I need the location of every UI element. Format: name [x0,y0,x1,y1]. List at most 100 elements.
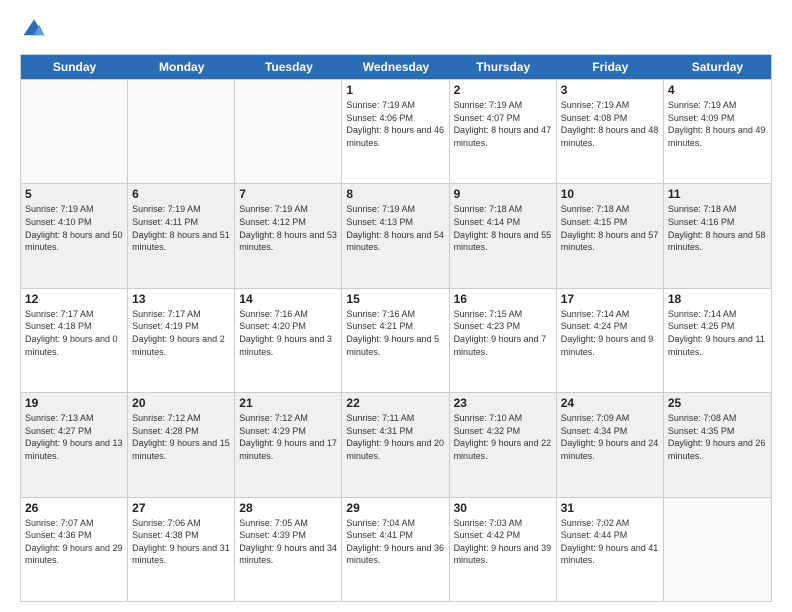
cell-detail: Sunrise: 7:14 AM Sunset: 4:25 PM Dayligh… [668,308,767,358]
calendar: SundayMondayTuesdayWednesdayThursdayFrid… [20,54,772,602]
cal-cell-14: 14Sunrise: 7:16 AM Sunset: 4:20 PM Dayli… [235,289,342,392]
day-number: 28 [239,501,337,515]
cal-cell-1: 1 Sunrise: 7:19 AM Sunset: 4:06 PM Daylig… [342,80,449,183]
cal-cell-2: 2 Sunrise: 7:19 AM Sunset: 4:07 PM Daylig… [450,80,557,183]
cal-cell-empty-0-2 [235,80,342,183]
cal-cell-29: 29Sunrise: 7:04 AM Sunset: 4:41 PM Dayli… [342,498,449,601]
day-number: 30 [454,501,552,515]
calendar-row-3: 12Sunrise: 7:17 AM Sunset: 4:18 PM Dayli… [21,288,771,392]
cell-detail: Sunrise: 7:19 AM Sunset: 4:11 PM Dayligh… [132,203,230,253]
cal-cell-19: 19 Sunrise: 7:13 AM Sunset: 4:27 PM Dayli… [21,393,128,496]
cal-cell-24: 24 Sunrise: 7:09 AM Sunset: 4:34 PM Dayli… [557,393,664,496]
cal-cell-6: 6 Sunrise: 7:19 AM Sunset: 4:11 PM Daylig… [128,184,235,287]
header-day-sunday: Sunday [21,55,128,79]
cell-detail: Sunrise: 7:17 AM Sunset: 4:18 PM Dayligh… [25,308,123,358]
calendar-row-4: 19 Sunrise: 7:13 AM Sunset: 4:27 PM Dayli… [21,392,771,496]
calendar-body: 1 Sunrise: 7:19 AM Sunset: 4:06 PM Daylig… [21,79,771,601]
cell-detail: Sunrise: 7:19 AM Sunset: 4:07 PM Dayligh… [454,99,552,149]
calendar-row-2: 5 Sunrise: 7:19 AM Sunset: 4:10 PM Daylig… [21,183,771,287]
header-day-tuesday: Tuesday [235,55,342,79]
cell-detail: Sunrise: 7:19 AM Sunset: 4:10 PM Dayligh… [25,203,123,253]
day-number: 27 [132,501,230,515]
day-number: 11 [668,187,767,201]
header-day-thursday: Thursday [450,55,557,79]
cell-detail: Sunrise: 7:19 AM Sunset: 4:08 PM Dayligh… [561,99,659,149]
day-number: 23 [454,396,552,410]
cal-cell-25: 25 Sunrise: 7:08 AM Sunset: 4:35 PM Dayli… [664,393,771,496]
cell-detail: Sunrise: 7:05 AM Sunset: 4:39 PM Dayligh… [239,517,337,567]
calendar-row-5: 26 Sunrise: 7:07 AM Sunset: 4:36 PM Dayli… [21,497,771,601]
day-number: 7 [239,187,337,201]
cell-detail: Sunrise: 7:03 AM Sunset: 4:42 PM Dayligh… [454,517,552,567]
day-number: 20 [132,396,230,410]
cal-cell-8: 8 Sunrise: 7:19 AM Sunset: 4:13 PM Daylig… [342,184,449,287]
day-number: 22 [346,396,444,410]
logo [20,16,52,44]
cal-cell-18: 18Sunrise: 7:14 AM Sunset: 4:25 PM Dayli… [664,289,771,392]
day-number: 2 [454,83,552,97]
cell-detail: Sunrise: 7:06 AM Sunset: 4:38 PM Dayligh… [132,517,230,567]
day-number: 21 [239,396,337,410]
cal-cell-17: 17Sunrise: 7:14 AM Sunset: 4:24 PM Dayli… [557,289,664,392]
day-number: 8 [346,187,444,201]
day-number: 24 [561,396,659,410]
cal-cell-11: 11Sunrise: 7:18 AM Sunset: 4:16 PM Dayli… [664,184,771,287]
cal-cell-22: 22 Sunrise: 7:11 AM Sunset: 4:31 PM Dayli… [342,393,449,496]
cal-cell-21: 21 Sunrise: 7:12 AM Sunset: 4:29 PM Dayli… [235,393,342,496]
cell-detail: Sunrise: 7:10 AM Sunset: 4:32 PM Dayligh… [454,412,552,462]
cal-cell-12: 12Sunrise: 7:17 AM Sunset: 4:18 PM Dayli… [21,289,128,392]
header-day-saturday: Saturday [664,55,771,79]
cell-detail: Sunrise: 7:08 AM Sunset: 4:35 PM Dayligh… [668,412,767,462]
header-day-wednesday: Wednesday [342,55,449,79]
day-number: 10 [561,187,659,201]
cal-cell-empty-0-1 [128,80,235,183]
logo-icon [20,16,48,44]
cal-cell-5: 5 Sunrise: 7:19 AM Sunset: 4:10 PM Daylig… [21,184,128,287]
cal-cell-7: 7 Sunrise: 7:19 AM Sunset: 4:12 PM Daylig… [235,184,342,287]
cell-detail: Sunrise: 7:09 AM Sunset: 4:34 PM Dayligh… [561,412,659,462]
cell-detail: Sunrise: 7:18 AM Sunset: 4:15 PM Dayligh… [561,203,659,253]
cell-detail: Sunrise: 7:19 AM Sunset: 4:13 PM Dayligh… [346,203,444,253]
cal-cell-26: 26 Sunrise: 7:07 AM Sunset: 4:36 PM Dayli… [21,498,128,601]
cal-cell-16: 16 Sunrise: 7:15 AM Sunset: 4:23 PM Dayli… [450,289,557,392]
cal-cell-27: 27 Sunrise: 7:06 AM Sunset: 4:38 PM Dayli… [128,498,235,601]
day-number: 26 [25,501,123,515]
cell-detail: Sunrise: 7:19 AM Sunset: 4:12 PM Dayligh… [239,203,337,253]
day-number: 9 [454,187,552,201]
cal-cell-4: 4 Sunrise: 7:19 AM Sunset: 4:09 PM Daylig… [664,80,771,183]
cell-detail: Sunrise: 7:19 AM Sunset: 4:06 PM Dayligh… [346,99,444,149]
cal-cell-15: 15Sunrise: 7:16 AM Sunset: 4:21 PM Dayli… [342,289,449,392]
cell-detail: Sunrise: 7:04 AM Sunset: 4:41 PM Dayligh… [346,517,444,567]
cell-detail: Sunrise: 7:12 AM Sunset: 4:29 PM Dayligh… [239,412,337,462]
day-number: 4 [668,83,767,97]
cal-cell-9: 9 Sunrise: 7:18 AM Sunset: 4:14 PM Daylig… [450,184,557,287]
cal-cell-30: 30 Sunrise: 7:03 AM Sunset: 4:42 PM Dayli… [450,498,557,601]
cal-cell-13: 13Sunrise: 7:17 AM Sunset: 4:19 PM Dayli… [128,289,235,392]
cal-cell-23: 23 Sunrise: 7:10 AM Sunset: 4:32 PM Dayli… [450,393,557,496]
day-number: 19 [25,396,123,410]
day-number: 3 [561,83,659,97]
cal-cell-20: 20 Sunrise: 7:12 AM Sunset: 4:28 PM Dayli… [128,393,235,496]
cal-cell-31: 31Sunrise: 7:02 AM Sunset: 4:44 PM Dayli… [557,498,664,601]
day-number: 5 [25,187,123,201]
cal-cell-3: 3 Sunrise: 7:19 AM Sunset: 4:08 PM Daylig… [557,80,664,183]
cell-detail: Sunrise: 7:18 AM Sunset: 4:14 PM Dayligh… [454,203,552,253]
day-number: 6 [132,187,230,201]
cell-detail: Sunrise: 7:16 AM Sunset: 4:21 PM Dayligh… [346,308,444,358]
cell-detail: Sunrise: 7:14 AM Sunset: 4:24 PM Dayligh… [561,308,659,358]
cell-detail: Sunrise: 7:13 AM Sunset: 4:27 PM Dayligh… [25,412,123,462]
header [20,16,772,44]
cell-detail: Sunrise: 7:15 AM Sunset: 4:23 PM Dayligh… [454,308,552,358]
cell-detail: Sunrise: 7:07 AM Sunset: 4:36 PM Dayligh… [25,517,123,567]
cell-detail: Sunrise: 7:19 AM Sunset: 4:09 PM Dayligh… [668,99,767,149]
day-number: 1 [346,83,444,97]
page: SundayMondayTuesdayWednesdayThursdayFrid… [0,0,792,612]
cell-detail: Sunrise: 7:11 AM Sunset: 4:31 PM Dayligh… [346,412,444,462]
cell-detail: Sunrise: 7:12 AM Sunset: 4:28 PM Dayligh… [132,412,230,462]
day-number: 25 [668,396,767,410]
day-number: 14 [239,292,337,306]
day-number: 16 [454,292,552,306]
header-day-friday: Friday [557,55,664,79]
cell-detail: Sunrise: 7:17 AM Sunset: 4:19 PM Dayligh… [132,308,230,358]
cal-cell-empty-0-0 [21,80,128,183]
